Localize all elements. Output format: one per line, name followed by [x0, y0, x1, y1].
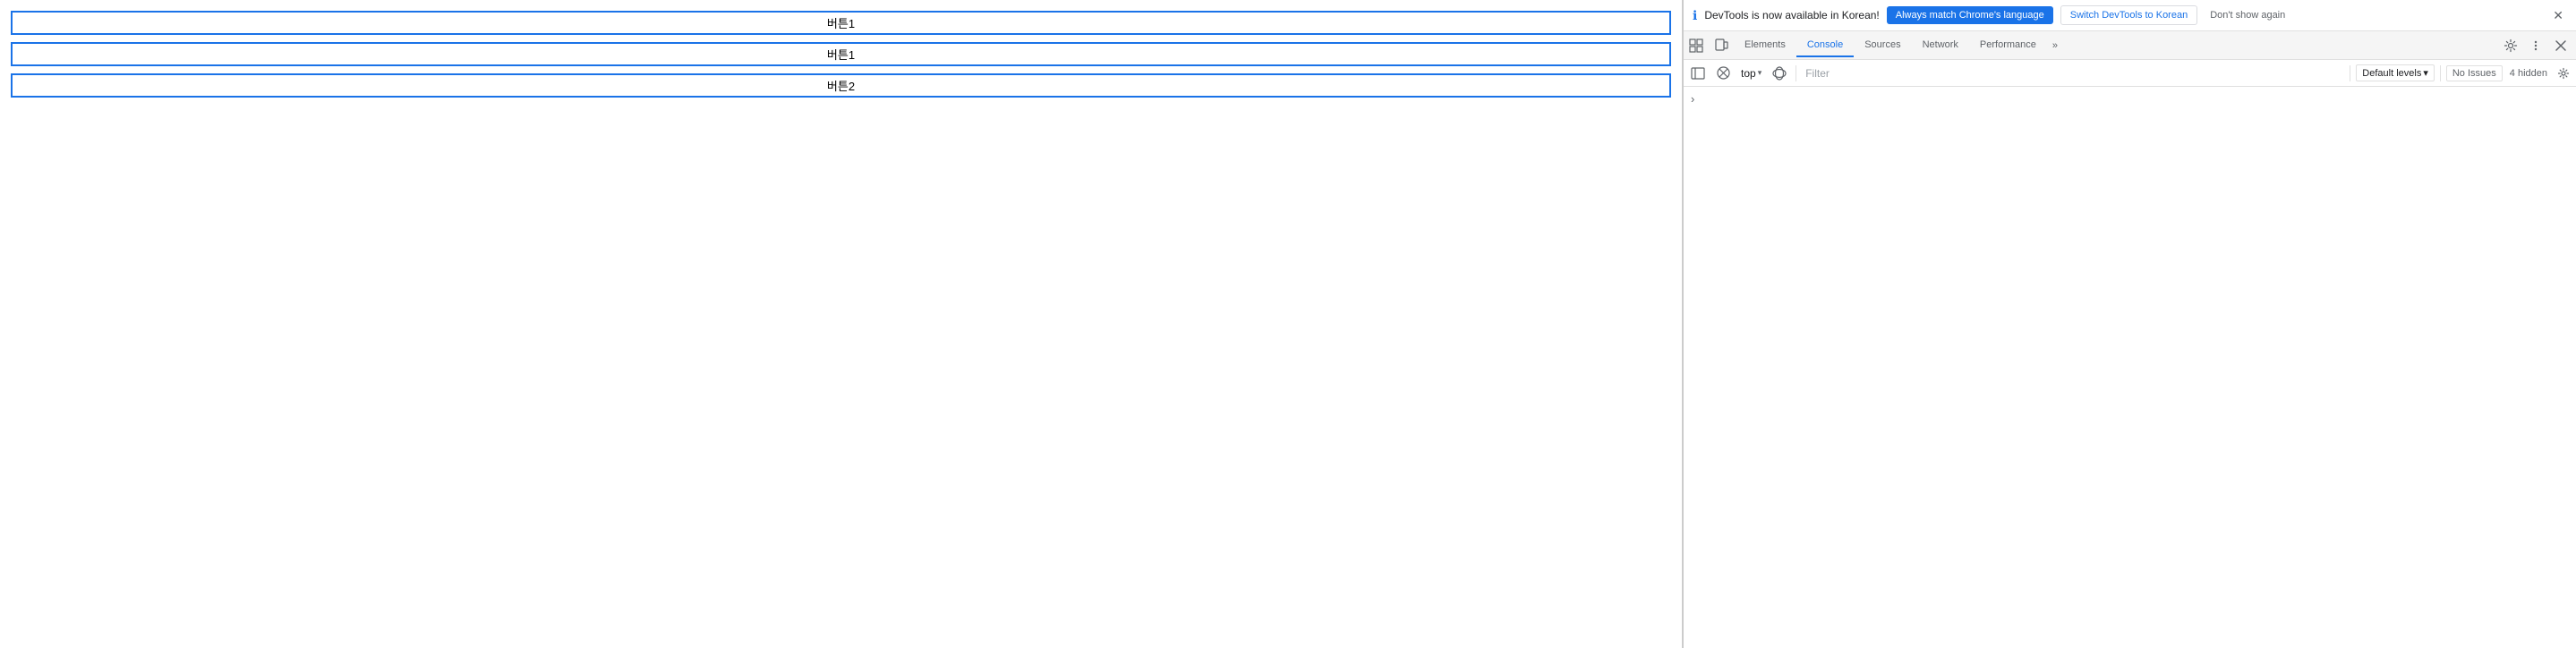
context-label: top	[1741, 67, 1756, 80]
button-btn1a[interactable]: 버튼1	[11, 11, 1671, 35]
default-levels-arrow-icon: ▾	[2423, 67, 2428, 79]
devtools-panel: ℹ DevTools is now available in Korean! A…	[1683, 0, 2576, 648]
hidden-count: 4 hidden	[2506, 66, 2551, 81]
console-chevron-row[interactable]: ›	[1691, 90, 2569, 107]
tab-console[interactable]: Console	[1796, 34, 1854, 57]
devtools-settings-button[interactable]	[2499, 34, 2522, 57]
notification-message: DevTools is now available in Korean!	[1704, 9, 1879, 21]
switch-devtools-button[interactable]: Switch DevTools to Korean	[2060, 5, 2197, 25]
more-tabs-button[interactable]: »	[2047, 37, 2063, 55]
filter-input[interactable]	[1802, 65, 2344, 81]
no-issues-button[interactable]: No Issues	[2446, 65, 2503, 81]
close-devtools-button[interactable]	[2549, 34, 2572, 57]
tab-sources[interactable]: Sources	[1854, 34, 1911, 57]
default-levels-label: Default levels	[2362, 68, 2421, 79]
show-console-sidebar-button[interactable]	[1687, 63, 1709, 84]
match-language-button[interactable]: Always match Chrome's language	[1887, 6, 2053, 24]
button-btn2[interactable]: 버튼2	[11, 73, 1671, 98]
chevron-icon: ›	[1691, 92, 1694, 106]
console-toolbar: top ▾ Default levels ▾ No Issues 4 hidde…	[1684, 60, 2576, 87]
button-btn1b[interactable]: 버튼1	[11, 42, 1671, 66]
tab-elements[interactable]: Elements	[1734, 34, 1796, 57]
device-toolbar-icon[interactable]	[1709, 33, 1734, 58]
context-arrow-icon: ▾	[1758, 68, 1762, 78]
tabs-right-icons	[2499, 34, 2576, 57]
notification-bar: ℹ DevTools is now available in Korean! A…	[1684, 0, 2576, 31]
info-icon: ℹ	[1693, 8, 1697, 23]
context-selector[interactable]: top ▾	[1737, 65, 1765, 81]
tab-performance[interactable]: Performance	[1969, 34, 2047, 57]
inspect-element-icon[interactable]	[1684, 33, 1709, 58]
live-expressions-button[interactable]	[1769, 63, 1790, 84]
page-area: 버튼1 버튼1 버튼2	[0, 0, 1683, 648]
toolbar-divider3	[2440, 65, 2441, 81]
tabs-bar: Elements Console Sources Network Perform…	[1684, 31, 2576, 60]
tab-network[interactable]: Network	[1912, 34, 1969, 57]
more-options-button[interactable]	[2524, 34, 2547, 57]
dont-show-again-button[interactable]: Don't show again	[2205, 6, 2290, 24]
clear-console-button[interactable]	[1712, 63, 1734, 84]
console-settings-button[interactable]	[2555, 64, 2572, 82]
console-content: ›	[1684, 87, 2576, 648]
default-levels-button[interactable]: Default levels ▾	[2356, 64, 2435, 81]
close-notification-button[interactable]: ✕	[2549, 6, 2567, 25]
